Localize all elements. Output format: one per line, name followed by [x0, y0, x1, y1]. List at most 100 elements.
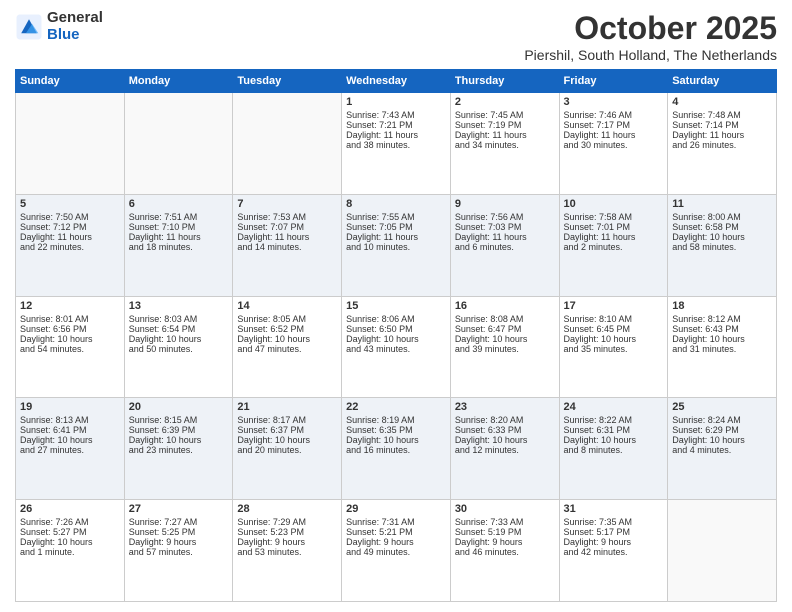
table-row: 23Sunrise: 8:20 AMSunset: 6:33 PMDayligh… — [450, 398, 559, 500]
day-number: 29 — [346, 503, 446, 515]
day-info: Daylight: 11 hours — [129, 232, 229, 242]
day-info: Sunset: 7:19 PM — [455, 120, 555, 130]
day-number: 26 — [20, 503, 120, 515]
day-info: Sunrise: 7:56 AM — [455, 212, 555, 222]
table-row: 14Sunrise: 8:05 AMSunset: 6:52 PMDayligh… — [233, 296, 342, 398]
table-row: 16Sunrise: 8:08 AMSunset: 6:47 PMDayligh… — [450, 296, 559, 398]
day-info: Sunset: 6:29 PM — [672, 425, 772, 435]
calendar-header-row: Sunday Monday Tuesday Wednesday Thursday… — [16, 70, 777, 93]
day-info: and 10 minutes. — [346, 242, 446, 252]
day-info: Daylight: 10 hours — [672, 435, 772, 445]
calendar-week-2: 5Sunrise: 7:50 AMSunset: 7:12 PMDaylight… — [16, 194, 777, 296]
table-row: 6Sunrise: 7:51 AMSunset: 7:10 PMDaylight… — [124, 194, 233, 296]
day-info: Sunset: 6:39 PM — [129, 425, 229, 435]
table-row: 13Sunrise: 8:03 AMSunset: 6:54 PMDayligh… — [124, 296, 233, 398]
day-info: Sunset: 6:47 PM — [455, 324, 555, 334]
day-info: Daylight: 9 hours — [564, 537, 664, 547]
table-row: 28Sunrise: 7:29 AMSunset: 5:23 PMDayligh… — [233, 500, 342, 602]
day-info: and 35 minutes. — [564, 344, 664, 354]
day-number: 19 — [20, 401, 120, 413]
day-info: Sunset: 6:35 PM — [346, 425, 446, 435]
table-row: 3Sunrise: 7:46 AMSunset: 7:17 PMDaylight… — [559, 93, 668, 195]
logo-icon — [15, 13, 43, 41]
day-info: Sunrise: 8:12 AM — [672, 314, 772, 324]
day-info: Sunset: 6:31 PM — [564, 425, 664, 435]
day-info: Sunset: 6:56 PM — [20, 324, 120, 334]
day-info: Sunset: 7:01 PM — [564, 222, 664, 232]
day-number: 7 — [237, 198, 337, 210]
day-number: 20 — [129, 401, 229, 413]
day-info: and 12 minutes. — [455, 445, 555, 455]
table-row: 25Sunrise: 8:24 AMSunset: 6:29 PMDayligh… — [668, 398, 777, 500]
table-row: 8Sunrise: 7:55 AMSunset: 7:05 PMDaylight… — [342, 194, 451, 296]
day-info: Sunset: 5:21 PM — [346, 527, 446, 537]
day-info: Daylight: 9 hours — [129, 537, 229, 547]
table-row — [668, 500, 777, 602]
col-friday: Friday — [559, 70, 668, 93]
table-row — [233, 93, 342, 195]
header: General Blue October 2025 Piershil, Sout… — [15, 10, 777, 63]
day-info: and 54 minutes. — [20, 344, 120, 354]
table-row: 10 Sunrise: 7:58 AMSunset: 7:01 PMDayligh… — [559, 194, 668, 296]
day-info: and 39 minutes. — [455, 344, 555, 354]
day-number: 22 — [346, 401, 446, 413]
table-row — [124, 93, 233, 195]
calendar: Sunday Monday Tuesday Wednesday Thursday… — [15, 69, 777, 602]
day-info: Daylight: 10 hours — [20, 435, 120, 445]
day-info: Daylight: 10 hours — [455, 435, 555, 445]
day-info: and 42 minutes. — [564, 547, 664, 557]
day-info: Sunrise: 7:50 AM — [20, 212, 120, 222]
day-info: Sunset: 6:58 PM — [672, 222, 772, 232]
day-info: Daylight: 11 hours — [237, 232, 337, 242]
col-tuesday: Tuesday — [233, 70, 342, 93]
table-row: 7Sunrise: 7:53 AMSunset: 7:07 PMDaylight… — [233, 194, 342, 296]
day-number: 6 — [129, 198, 229, 210]
col-saturday: Saturday — [668, 70, 777, 93]
day-info: Daylight: 10 hours — [129, 334, 229, 344]
day-info: Sunset: 7:14 PM — [672, 120, 772, 130]
day-info: Daylight: 11 hours — [564, 232, 664, 242]
table-row: 4Sunrise: 7:48 AMSunset: 7:14 PMDaylight… — [668, 93, 777, 195]
day-info: Daylight: 11 hours — [672, 130, 772, 140]
day-info: Sunrise: 7:43 AM — [346, 110, 446, 120]
day-info: Sunset: 6:45 PM — [564, 324, 664, 334]
table-row: 31Sunrise: 7:35 AMSunset: 5:17 PMDayligh… — [559, 500, 668, 602]
day-info: Daylight: 10 hours — [20, 537, 120, 547]
logo-general-text: General — [47, 10, 103, 27]
title-section: October 2025 Piershil, South Holland, Th… — [524, 10, 777, 63]
day-info: and 26 minutes. — [672, 140, 772, 150]
table-row: 1Sunrise: 7:43 AMSunset: 7:21 PMDaylight… — [342, 93, 451, 195]
day-info: and 31 minutes. — [672, 344, 772, 354]
day-info: and 47 minutes. — [237, 344, 337, 354]
day-number: 5 — [20, 198, 120, 210]
day-info: and 34 minutes. — [455, 140, 555, 150]
day-number: 25 — [672, 401, 772, 413]
day-info: Sunrise: 7:53 AM — [237, 212, 337, 222]
day-info: Sunrise: 8:05 AM — [237, 314, 337, 324]
day-info: Sunset: 7:05 PM — [346, 222, 446, 232]
day-info: Sunrise: 7:58 AM — [564, 212, 664, 222]
day-info: Sunset: 6:37 PM — [237, 425, 337, 435]
day-info: Daylight: 11 hours — [455, 232, 555, 242]
day-info: Sunset: 6:33 PM — [455, 425, 555, 435]
day-info: and 57 minutes. — [129, 547, 229, 557]
calendar-week-5: 26Sunrise: 7:26 AMSunset: 5:27 PMDayligh… — [16, 500, 777, 602]
day-info: Daylight: 10 hours — [20, 334, 120, 344]
table-row: 5Sunrise: 7:50 AMSunset: 7:12 PMDaylight… — [16, 194, 125, 296]
day-info: Daylight: 10 hours — [237, 334, 337, 344]
table-row: 29Sunrise: 7:31 AMSunset: 5:21 PMDayligh… — [342, 500, 451, 602]
table-row: 24Sunrise: 8:22 AMSunset: 6:31 PMDayligh… — [559, 398, 668, 500]
table-row: 12Sunrise: 8:01 AMSunset: 6:56 PMDayligh… — [16, 296, 125, 398]
day-info: Sunset: 5:27 PM — [20, 527, 120, 537]
day-info: Sunset: 6:43 PM — [672, 324, 772, 334]
day-info: Sunrise: 8:03 AM — [129, 314, 229, 324]
day-number: 4 — [672, 96, 772, 108]
day-info: Sunset: 6:50 PM — [346, 324, 446, 334]
day-info: Sunset: 5:25 PM — [129, 527, 229, 537]
day-number: 14 — [237, 300, 337, 312]
day-info: Sunrise: 8:19 AM — [346, 415, 446, 425]
table-row: 2Sunrise: 7:45 AMSunset: 7:19 PMDaylight… — [450, 93, 559, 195]
day-info: and 58 minutes. — [672, 242, 772, 252]
day-number: 10 — [564, 198, 664, 210]
day-info: Daylight: 9 hours — [455, 537, 555, 547]
